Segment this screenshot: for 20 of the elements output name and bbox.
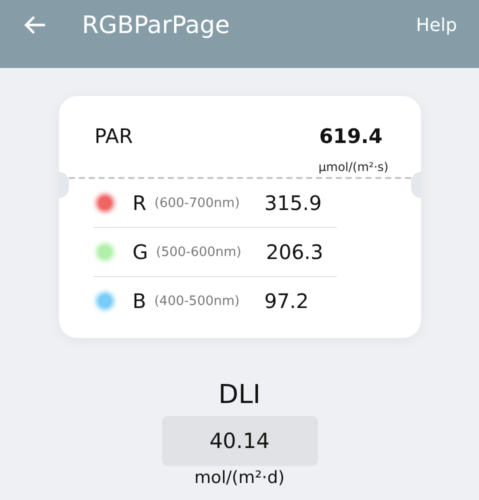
channel-name: G	[132, 240, 148, 264]
channel-name: R	[132, 191, 146, 215]
par-label: PAR	[94, 124, 133, 148]
dli-label: DLI	[218, 380, 261, 410]
wavelength-range: (500-600nm)	[156, 244, 242, 260]
wavelength-range: (600-700nm)	[154, 196, 241, 210]
back-arrow-icon[interactable]	[24, 15, 46, 35]
card-notch	[410, 172, 420, 198]
dli-unit: mol/(m²·d)	[194, 468, 285, 488]
channel-name: B	[132, 289, 146, 313]
channel-value: 97.2	[264, 289, 309, 313]
card-notch	[58, 172, 68, 198]
page-title: RGBParPage	[82, 11, 231, 39]
dli-value: 40.14	[162, 416, 318, 466]
wavelength-range: (400-500nm)	[154, 294, 241, 308]
par-unit: μmol/(m²·s)	[318, 160, 388, 174]
help-link[interactable]: Help	[416, 14, 457, 36]
channel-value: 315.9	[264, 191, 322, 215]
par-value: 619.4	[319, 124, 382, 148]
channel-value: 206.3	[266, 240, 324, 264]
